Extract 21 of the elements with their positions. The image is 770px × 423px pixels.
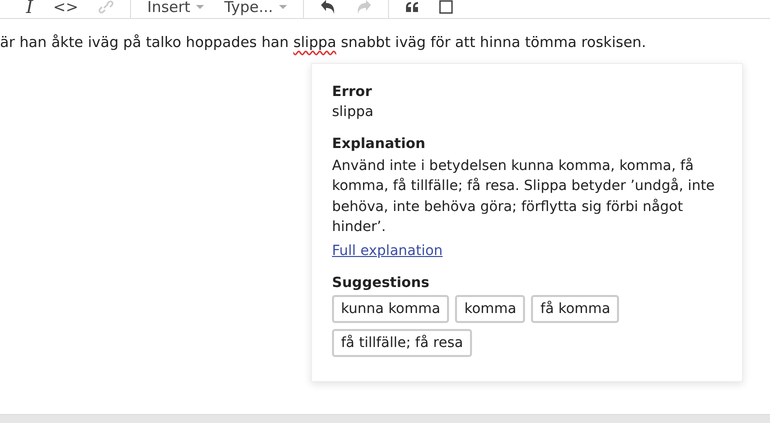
suggestion-button[interactable]: kunna komma bbox=[332, 295, 450, 324]
section-heading: Suggestions bbox=[332, 275, 430, 292]
section-heading: Error bbox=[332, 84, 373, 100]
full-explanation-link[interactable]: Full explanation bbox=[332, 243, 443, 260]
section-heading: Explanation bbox=[332, 136, 426, 152]
suggestion-button[interactable]: komma bbox=[455, 295, 526, 324]
suggestion-button[interactable]: få komma bbox=[531, 295, 620, 324]
redo-icon bbox=[356, 0, 372, 15]
caret-icon bbox=[279, 5, 288, 9]
dropdown-button[interactable]: Insert bbox=[139, 0, 212, 18]
square-icon bbox=[439, 0, 454, 14]
code-button[interactable]: <> bbox=[45, 0, 86, 18]
quote-icon bbox=[405, 1, 420, 13]
explanation-text: Använd inte i betydelsen kunna komma, komma, få komma, få tillfälle; få resa. Slippa betyder ’undgå, inte behöva, inte behöva göra; förflytta sig förbi något hinder’. bbox=[332, 156, 716, 237]
dropdown-button[interactable]: Type... bbox=[216, 0, 296, 18]
undo-icon bbox=[320, 0, 336, 15]
suggestion-button[interactable]: få tillfälle; få resa bbox=[332, 329, 472, 358]
editor-text: är han åkte iväg på talko hoppades han slippa snabbt iväg för att hinna tömma roskisen. bbox=[0, 35, 646, 51]
caret-icon bbox=[196, 5, 204, 9]
error-word: slippa bbox=[332, 104, 374, 120]
link-icon bbox=[98, 0, 114, 14]
